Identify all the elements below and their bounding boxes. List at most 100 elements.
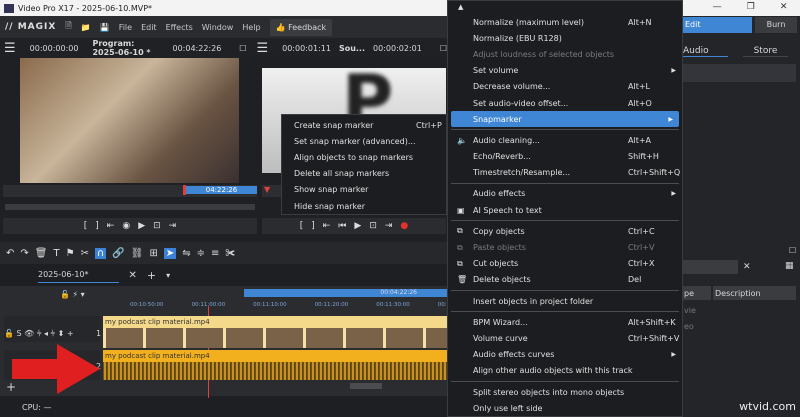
list-item[interactable]: vie: [684, 306, 696, 315]
save-icon[interactable]: 💾: [100, 23, 110, 32]
lock-icon[interactable]: 🔓 ⚡ ▾: [60, 290, 85, 299]
menu-effects[interactable]: Effects: [166, 23, 193, 32]
menu-edit[interactable]: Edit: [141, 23, 157, 32]
src-play-icon[interactable]: ▶: [354, 221, 361, 231]
video-clip-thumbnails[interactable]: [103, 328, 447, 348]
clear-search-icon[interactable]: ✕: [743, 262, 751, 272]
panel-field[interactable]: [683, 64, 796, 82]
undo-icon[interactable]: ↶: [6, 248, 14, 259]
menu-item-volume-curve[interactable]: Volume curve Ctrl+Shift+V: [448, 330, 682, 346]
maximize-button[interactable]: ❐: [747, 2, 755, 12]
program-slider[interactable]: [5, 204, 255, 210]
menu-item-split-stereo-objects-into-mono-objects[interactable]: Split stereo objects into mono objects: [448, 384, 682, 400]
menu-item-paste-objects[interactable]: ⧉ Paste objects Ctrl+V: [448, 239, 682, 255]
menu-item-bpm-wizard[interactable]: BPM Wizard... Alt+Shift+K: [448, 314, 682, 330]
link-icon[interactable]: 🔗: [112, 248, 124, 259]
menu-item-insert-objects-in-project-folder[interactable]: Insert objects in project folder: [448, 293, 682, 309]
source-menu-icon[interactable]: ☰: [256, 41, 268, 56]
tab-dropdown-icon[interactable]: ▾: [166, 271, 170, 280]
scissor-tool-icon[interactable]: ✀: [225, 248, 235, 259]
edit-button[interactable]: Edit: [683, 17, 752, 33]
grid-view-icon[interactable]: ▦: [785, 261, 794, 271]
timeline-range-bar[interactable]: 00:04:22:26: [244, 289, 447, 297]
feedback-button[interactable]: 👍 Feedback: [269, 18, 333, 36]
tab-project[interactable]: 2025-06-10*: [38, 267, 119, 283]
delete-icon[interactable]: 🗑: [35, 248, 48, 259]
menu-item-echo-reverb[interactable]: Echo/Reverb... Shift+H: [448, 149, 682, 165]
magnet-snap-icon[interactable]: ∩: [94, 247, 107, 259]
list-item[interactable]: eo: [684, 322, 694, 331]
mark-in-icon[interactable]: [: [84, 221, 88, 231]
menu-item-hide-snap-marker[interactable]: Hide snap marker: [282, 198, 446, 214]
ripple-icon[interactable]: ≑: [197, 248, 205, 259]
menu-item-adjust-loudness-of-selected-objects[interactable]: Adjust loudness of selected objects: [448, 46, 682, 62]
menu-help[interactable]: Help: [242, 23, 260, 32]
src-next-icon[interactable]: ⊡: [369, 221, 377, 231]
menu-item-set-snap-marker-advanced[interactable]: Set snap marker (advanced)...: [282, 133, 446, 149]
burn-button[interactable]: Burn: [755, 17, 797, 33]
text-icon[interactable]: T: [53, 248, 59, 259]
video-clip-title[interactable]: my podcast clip material.mp4: [103, 316, 447, 328]
close-button[interactable]: ✕: [780, 2, 788, 12]
menu-item-copy-objects[interactable]: ⧉ Copy objects Ctrl+C: [448, 223, 682, 239]
close-tab-icon[interactable]: ✕: [129, 270, 137, 281]
maximize-icon[interactable]: ☐: [239, 44, 246, 53]
src-start-icon[interactable]: ⇤: [323, 221, 331, 231]
menu-window[interactable]: Window: [202, 23, 234, 32]
src-end-icon[interactable]: ⇥: [385, 221, 393, 231]
menu-item-align-other-audio-objects-with-this-track[interactable]: Align other audio objects with this trac…: [448, 363, 682, 379]
menu-item-ai-speech-to-text[interactable]: ▣ AI Speech to text: [448, 202, 682, 218]
range-bar[interactable]: 04:22:26: [186, 186, 257, 194]
new-file-icon[interactable]: 🗎: [65, 20, 71, 34]
menu-item-decrease-volume[interactable]: Decrease volume... Alt+L: [448, 79, 682, 95]
column-type[interactable]: pe: [683, 286, 711, 300]
src-prev-icon[interactable]: ⏮: [338, 221, 346, 231]
slip-icon[interactable]: ≡: [211, 248, 219, 259]
audio-clip-title[interactable]: my podcast clip material.mp4: [103, 350, 447, 362]
open-folder-icon[interactable]: 📁: [81, 23, 91, 32]
menu-item-audio-effects[interactable]: Audio effects ▶: [448, 186, 682, 202]
menu-item-delete-objects[interactable]: 🗑 Delete objects Del: [448, 272, 682, 288]
menu-file[interactable]: File: [119, 23, 132, 32]
unlink-icon[interactable]: ⛓: [131, 248, 144, 259]
track-controls[interactable]: 🔓 S 👁 ⫩ ◂ ⫩ ⬍ +: [4, 329, 74, 339]
go-end-icon[interactable]: ⇥: [169, 221, 177, 231]
audio-waveform[interactable]: [103, 362, 447, 380]
source-maximize-icon[interactable]: ☐: [440, 44, 447, 53]
record-icon[interactable]: ●: [400, 221, 408, 231]
next-marker-icon[interactable]: ⊡: [153, 221, 161, 231]
menu-item-show-snap-marker[interactable]: Show snap marker: [282, 182, 446, 198]
menu-item-cut-objects[interactable]: ⧉ Cut objects Ctrl+X: [448, 256, 682, 272]
insert-icon[interactable]: ⊞: [149, 248, 157, 259]
menu-item-delete-all-snap-markers[interactable]: Delete all snap markers: [282, 166, 446, 182]
menu-item-timestretch-resample[interactable]: Timestretch/Resample... Ctrl+Shift+Q: [448, 165, 682, 181]
menu-item-snapmarker[interactable]: Snapmarker ▶: [451, 111, 679, 128]
cut-icon[interactable]: ✂: [81, 248, 89, 259]
mark-out-icon[interactable]: ]: [95, 221, 99, 231]
menu-item-audio-cleaning[interactable]: 🔈 Audio cleaning... Alt+A: [448, 132, 682, 148]
minimize-button[interactable]: —: [713, 2, 722, 12]
solo-button[interactable]: S: [17, 329, 22, 338]
tab-store[interactable]: Store: [743, 46, 788, 57]
program-scrubber[interactable]: 04:22:26: [3, 185, 257, 197]
loop-icon[interactable]: ◉: [122, 221, 130, 231]
tab-audio[interactable]: Audio: [683, 46, 728, 57]
redo-icon[interactable]: ↷: [20, 248, 28, 259]
menu-item-only-use-left-side[interactable]: Only use left side: [448, 400, 682, 416]
column-description[interactable]: Description: [713, 286, 796, 300]
menu-item-normalize-maximum-level[interactable]: Normalize (maximum level) Alt+N: [448, 14, 682, 30]
timeline-scrollbar[interactable]: [350, 383, 382, 389]
menu-item-set-audio-video-offset[interactable]: Set audio-video offset... Alt+O: [448, 95, 682, 111]
src-mark-out-icon[interactable]: ]: [311, 221, 315, 231]
time-ruler[interactable]: 00:10:50:00 00:11:00:00 00:11:10:00 00:11:2…: [130, 302, 471, 308]
menu-item-audio-effects-curves[interactable]: Audio effects curves ▶: [448, 347, 682, 363]
panel-maximize-icon[interactable]: ☐: [789, 246, 796, 255]
pointer-icon[interactable]: ➤: [163, 247, 177, 259]
menu-item-set-volume[interactable]: Set volume ▶: [448, 63, 682, 79]
trim-icon[interactable]: ⇋: [182, 248, 190, 259]
go-start-icon[interactable]: ⇤: [107, 221, 115, 231]
menu-item-create-snap-marker[interactable]: Create snap marker Ctrl+P: [282, 117, 446, 133]
marker-flag-icon[interactable]: ⚑: [66, 248, 75, 259]
menu-icon[interactable]: ☰: [4, 41, 16, 56]
src-mark-in-icon[interactable]: [: [300, 221, 304, 231]
